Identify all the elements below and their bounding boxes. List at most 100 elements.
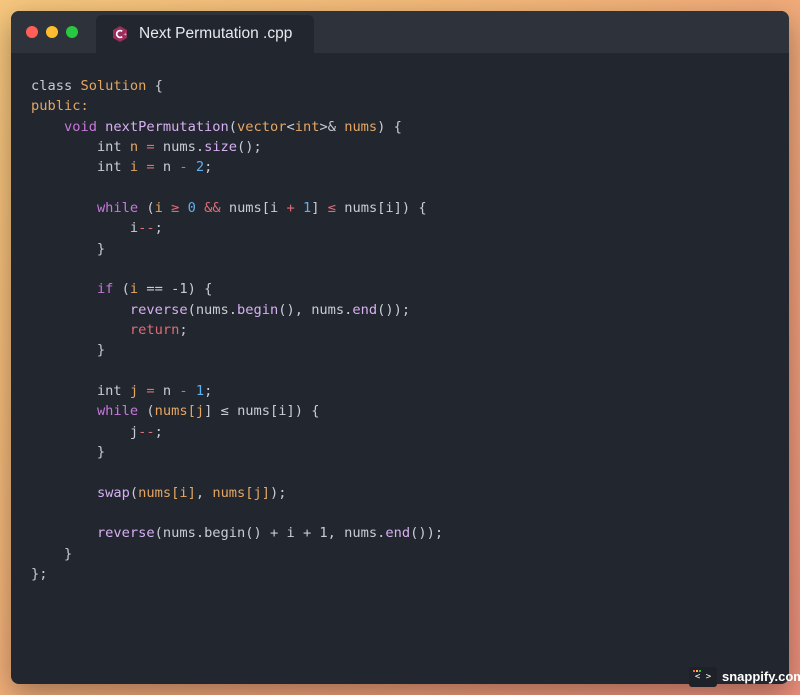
code-token: = <box>146 138 163 155</box>
code-token: while <box>96 403 147 420</box>
code-line: } <box>31 239 443 259</box>
code-token: public: <box>31 98 89 115</box>
code-token: - <box>179 382 196 399</box>
code-token: ; <box>179 321 188 338</box>
code-token: -1) { <box>171 281 213 298</box>
code-token: ()); <box>377 301 411 318</box>
code-token: ] <box>311 199 328 216</box>
code-editor[interactable]: class Solution { public: void nextPermuta… <box>31 76 443 584</box>
code-token: , <box>195 484 213 501</box>
file-tab[interactable]: + Next Permutation .cpp <box>96 15 314 53</box>
code-token: j <box>129 423 139 440</box>
code-token: int <box>294 118 320 135</box>
code-token: } <box>31 443 106 460</box>
code-token: ] <box>204 403 221 420</box>
code-token: ( <box>146 403 155 420</box>
code-token: j <box>129 382 147 399</box>
code-token: int <box>96 138 130 155</box>
code-line: }; <box>31 564 443 584</box>
code-token: -- <box>138 423 155 440</box>
code-token: = <box>146 159 163 176</box>
close-window-button[interactable] <box>26 26 38 38</box>
code-token: ( <box>121 281 130 298</box>
code-token: }; <box>31 565 48 582</box>
code-token: 1 <box>195 382 205 399</box>
code-token: 0 <box>187 199 205 216</box>
minimize-window-button[interactable] <box>46 26 58 38</box>
code-token: ≤ <box>327 199 345 216</box>
code-token: vector <box>237 118 287 135</box>
code-line: while (i ≥ 0 && nums[i + 1] ≤ nums[i]) { <box>31 198 443 218</box>
code-token: nums[i]) { <box>344 199 427 216</box>
code-token: i <box>129 220 139 237</box>
code-line: ​ <box>31 503 443 523</box>
code-line: ​ <box>31 178 443 198</box>
code-token: while <box>96 199 147 216</box>
code-token: nums[i]) { <box>237 403 320 420</box>
code-token: 2 <box>195 159 205 176</box>
code-line: i--; <box>31 218 443 238</box>
code-token: (), nums. <box>278 301 353 318</box>
code-token: n <box>162 382 180 399</box>
code-token: class <box>31 78 81 94</box>
code-line: if (i == -1) { <box>31 279 443 299</box>
code-token: ()); <box>410 525 444 542</box>
code-line: reverse(nums.begin(), nums.end()); <box>31 300 443 320</box>
title-bar: + Next Permutation .cpp <box>11 11 789 53</box>
code-token: 1 <box>303 199 312 216</box>
code-token: swap <box>96 484 130 501</box>
code-token: i <box>129 281 147 298</box>
code-line: int n = nums.size(); <box>31 137 443 157</box>
code-token: return <box>129 321 180 338</box>
maximize-window-button[interactable] <box>66 26 78 38</box>
code-token: ; <box>204 382 213 399</box>
code-line: class Solution { <box>31 76 443 96</box>
snappify-logo-badge: < > <box>689 667 717 687</box>
code-token: nums <box>344 118 378 135</box>
code-token: if <box>96 281 122 298</box>
code-token: + <box>286 199 303 216</box>
code-token: ; <box>154 220 163 237</box>
code-token: nums[ <box>154 403 196 420</box>
code-line: swap(nums[i], nums[j]); <box>31 483 443 503</box>
code-token: begin <box>237 301 279 318</box>
code-token: nextPermutation <box>105 118 229 135</box>
code-token: ); <box>270 484 287 501</box>
code-line: public: <box>31 96 443 116</box>
code-token: ( <box>146 199 155 216</box>
code-token: ; <box>204 159 213 176</box>
code-line: int j = n - 1; <box>31 381 443 401</box>
code-token: } <box>31 545 73 562</box>
code-token: i <box>129 159 147 176</box>
code-token: ( <box>129 484 139 501</box>
code-token: j <box>195 403 205 420</box>
code-token: (); <box>237 138 262 155</box>
code-line: int i = n - 2; <box>31 157 443 177</box>
code-token: ( <box>228 118 238 135</box>
code-line: void nextPermutation(vector<int>& nums) … <box>31 117 443 137</box>
code-token: end <box>352 301 378 318</box>
code-token: ; <box>154 423 163 440</box>
code-line: ​ <box>31 462 443 482</box>
code-line: ​ <box>31 361 443 381</box>
code-token: - <box>179 159 196 176</box>
code-line: reverse(nums.begin() + i + 1, nums.end()… <box>31 523 443 543</box>
code-token: ≤ <box>220 403 238 420</box>
code-token: reverse <box>96 525 155 542</box>
code-line: } <box>31 340 443 360</box>
code-token: } <box>31 342 106 359</box>
code-token: { <box>154 78 163 94</box>
code-token: size <box>204 138 238 155</box>
code-token: void <box>63 118 106 135</box>
cpp-language-icon: + <box>111 25 129 43</box>
code-line: j--; <box>31 422 443 442</box>
code-token: } <box>31 240 106 257</box>
